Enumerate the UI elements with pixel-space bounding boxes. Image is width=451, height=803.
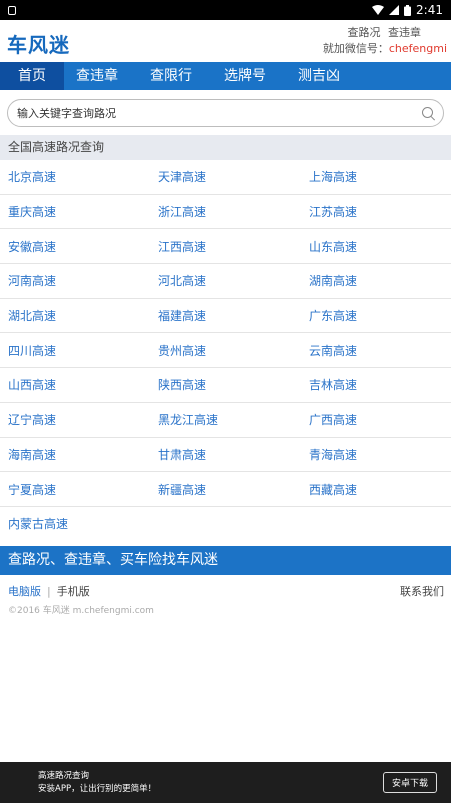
wechat-id: chefengmi — [388, 42, 447, 55]
highway-row: 北京高速 天津高速 上海高速 — [0, 160, 451, 195]
highway-link[interactable]: 重庆高速 — [0, 203, 158, 220]
highway-link[interactable]: 山西高速 — [0, 376, 158, 393]
highway-row: 内蒙古高速 — [0, 507, 451, 541]
highway-grid: 北京高速 天津高速 上海高速 重庆高速 浙江高速 江苏高速 安徽高速 江西高速 山东高速 河南高速… — [0, 160, 451, 541]
search-icon[interactable] — [421, 106, 436, 121]
app-download-bar: 高速路况查询 安装APP，让出行别的更简单！ 安卓下载 — [0, 762, 451, 803]
app-bar-subtitle: 安装APP，让出行别的更简单！ — [38, 783, 157, 794]
nav-home[interactable]: 首页 — [0, 62, 64, 90]
highway-link[interactable]: 海南高速 — [0, 446, 158, 463]
nav-plates[interactable]: 选牌号 — [224, 62, 276, 90]
wechat-label: 就加微信号： — [322, 42, 389, 55]
copyright: ©2016 车风迷 m.chefengmi.com — [8, 605, 154, 616]
highway-link[interactable]: 湖南高速 — [309, 272, 451, 289]
highway-link[interactable]: 新疆高速 — [158, 481, 309, 498]
highway-link[interactable]: 西藏高速 — [309, 481, 451, 498]
section-title: 全国高速路况查询 — [0, 135, 451, 160]
highway-row: 湖北高速 福建高速 广东高速 — [0, 299, 451, 334]
highway-row: 海南高速 甘肃高速 青海高速 — [0, 438, 451, 473]
highway-link[interactable]: 福建高速 — [158, 307, 309, 324]
highway-link[interactable]: 广东高速 — [309, 307, 451, 324]
separator: | — [47, 584, 51, 598]
highway-link[interactable]: 河南高速 — [0, 272, 158, 289]
contact-link[interactable]: 联系我们 — [400, 583, 444, 599]
nav-violations[interactable]: 查违章 — [76, 62, 128, 90]
highway-link[interactable]: 陕西高速 — [158, 376, 309, 393]
highway-link[interactable]: 黑龙江高速 — [158, 411, 309, 428]
highway-link[interactable]: 辽宁高速 — [0, 411, 158, 428]
highway-link[interactable]: 北京高速 — [0, 168, 158, 185]
highway-link[interactable]: 河北高速 — [158, 272, 309, 289]
mobile-version-link[interactable]: 手机版 — [57, 585, 90, 598]
highway-link[interactable]: 上海高速 — [309, 168, 451, 185]
highway-row: 重庆高速 浙江高速 江苏高速 — [0, 195, 451, 230]
android-download-button[interactable]: 安卓下载 — [382, 772, 437, 793]
highway-link[interactable]: 湖北高速 — [0, 307, 158, 324]
highway-link[interactable]: 宁夏高速 — [0, 481, 158, 498]
nav-fortune[interactable]: 测吉凶 — [298, 62, 350, 90]
nav-restrictions[interactable]: 查限行 — [150, 62, 202, 90]
highway-link[interactable]: 安徽高速 — [0, 238, 158, 255]
search-placeholder: 输入关键字查询路况 — [17, 107, 116, 120]
highway-row: 宁夏高速 新疆高速 西藏高速 — [0, 472, 451, 507]
search-input[interactable]: 输入关键字查询路况 — [7, 99, 444, 127]
search-area: 输入关键字查询路况 — [0, 90, 451, 135]
highway-row: 河南高速 河北高速 湖南高速 — [0, 264, 451, 299]
highway-row: 辽宁高速 黑龙江高速 广西高速 — [0, 403, 451, 438]
app-bar-title: 高速路况查询 — [38, 770, 90, 781]
wifi-icon — [372, 5, 385, 15]
promo-banner: 查路况、查违章、买车险找车风迷 — [0, 545, 451, 575]
header-links: 查路况 查违章 就加微信号：chefengmi — [323, 25, 447, 57]
highway-row: 四川高速 贵州高速 云南高速 — [0, 333, 451, 369]
highway-link[interactable]: 广西高速 — [309, 411, 451, 428]
notification-icon — [8, 5, 16, 15]
highway-link[interactable]: 内蒙古高速 — [0, 515, 158, 532]
highway-link[interactable]: 天津高速 — [158, 168, 309, 185]
site-header: 车风迷 查路况 查违章 就加微信号：chefengmi — [0, 20, 451, 62]
highway-link[interactable]: 云南高速 — [309, 342, 451, 359]
highway-link[interactable]: 江西高速 — [158, 238, 309, 255]
highway-link[interactable]: 浙江高速 — [158, 203, 309, 220]
footer-links: 电脑版 | 手机版 联系我们 — [0, 575, 451, 599]
signal-icon — [389, 5, 400, 15]
highway-link[interactable]: 江苏高速 — [309, 203, 451, 220]
clock: 2:41 — [416, 3, 443, 17]
desktop-version-link[interactable]: 电脑版 — [8, 585, 41, 598]
main-nav: 首页 查违章 查限行 选牌号 测吉凶 — [0, 62, 451, 90]
highway-link[interactable]: 四川高速 — [0, 342, 158, 359]
traffic-link[interactable]: 查路况 — [348, 26, 381, 39]
highway-link[interactable]: 青海高速 — [309, 446, 451, 463]
highway-link[interactable]: 甘肃高速 — [158, 446, 309, 463]
highway-row: 安徽高速 江西高速 山东高速 — [0, 229, 451, 265]
highway-link[interactable]: 山东高速 — [309, 238, 451, 255]
status-bar: 2:41 — [0, 0, 451, 20]
highway-link[interactable]: 吉林高速 — [309, 376, 451, 393]
highway-link[interactable]: 贵州高速 — [158, 342, 309, 359]
highway-row: 山西高速 陕西高速 吉林高速 — [0, 368, 451, 403]
violation-link[interactable]: 查违章 — [388, 26, 421, 39]
site-logo[interactable]: 车风迷 — [7, 29, 70, 58]
battery-icon — [404, 4, 412, 16]
